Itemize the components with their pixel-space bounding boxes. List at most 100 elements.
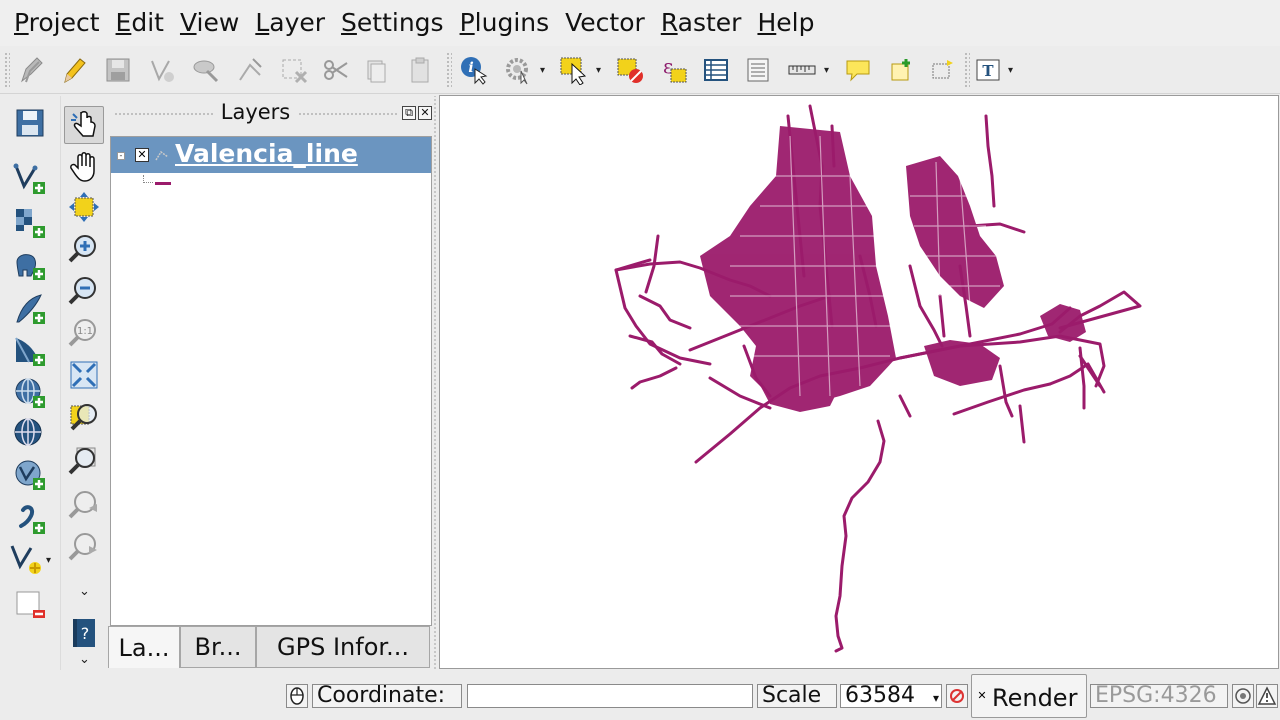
toggle-editing-button[interactable] xyxy=(58,54,90,86)
new-layer-dropdown[interactable]: ▾ xyxy=(46,556,56,566)
scale-combobox[interactable]: 63584 ▾ xyxy=(840,684,942,708)
toggle-extents-button[interactable] xyxy=(286,684,308,708)
add-vector-layer-button[interactable] xyxy=(10,160,50,198)
add-wms-layer-button[interactable] xyxy=(10,374,50,412)
menu-vector[interactable]: Vector xyxy=(557,0,653,46)
menu-layer[interactable]: Layer xyxy=(247,0,333,46)
menu-project[interactable]: Project xyxy=(6,0,108,46)
render-check-mark: ✕ xyxy=(977,689,987,702)
deselect-features-button[interactable] xyxy=(614,54,646,86)
save-edits-button[interactable] xyxy=(102,54,134,86)
layer-name[interactable]: Valencia_line xyxy=(175,139,358,168)
new-bookmark-button[interactable] xyxy=(886,54,918,86)
current-edits-button[interactable] xyxy=(16,54,48,86)
messages-button[interactable] xyxy=(1256,684,1278,708)
scale-value: 63584 xyxy=(845,684,915,708)
tab-layers[interactable]: La... xyxy=(108,626,180,668)
add-postgis-layer-button[interactable] xyxy=(10,246,50,284)
attribute-table-button[interactable] xyxy=(700,54,732,86)
add-raster-layer-button[interactable] xyxy=(10,204,50,242)
manage-layers-toolbar: ▾ xyxy=(0,96,60,670)
zoom-next-button[interactable] xyxy=(64,528,104,566)
menu-view[interactable]: View xyxy=(172,0,247,46)
zoom-to-layer-button[interactable] xyxy=(64,442,104,480)
layer-row-valencia-line[interactable]: - ✕ Valencia_line xyxy=(111,137,431,173)
select-features-button[interactable] xyxy=(558,54,590,86)
menu-edit[interactable]: Edit xyxy=(108,0,172,46)
text-annotation-button[interactable]: T xyxy=(972,54,1004,86)
add-wcs-layer-button[interactable] xyxy=(10,414,50,452)
help-button[interactable]: ? xyxy=(64,614,104,652)
toolbar-overflow-chevron[interactable]: ⌄ xyxy=(79,584,90,599)
coordinate-input[interactable] xyxy=(467,684,753,708)
measure-line-button[interactable] xyxy=(786,54,818,86)
new-shapefile-layer-button[interactable] xyxy=(6,540,46,578)
map-canvas[interactable] xyxy=(439,95,1279,669)
touch-zoom-pan-button[interactable] xyxy=(64,106,104,144)
zoom-in-button[interactable] xyxy=(64,230,104,268)
toolbar-overflow-chevron-2[interactable]: ⌄ xyxy=(79,652,90,667)
delete-selected-button[interactable] xyxy=(278,54,310,86)
zoom-to-selection-button[interactable] xyxy=(64,398,104,436)
measure-dropdown[interactable]: ▾ xyxy=(824,66,834,76)
statistics-button[interactable] xyxy=(742,54,774,86)
menu-settings[interactable]: Settings xyxy=(333,0,452,46)
copy-features-button[interactable] xyxy=(360,54,392,86)
warning-icon xyxy=(1257,686,1277,705)
annotation-dropdown[interactable]: ▾ xyxy=(1008,66,1018,76)
menu-help[interactable]: Help xyxy=(749,0,822,46)
menu-raster[interactable]: Raster xyxy=(653,0,750,46)
run-action-dropdown[interactable]: ▾ xyxy=(540,66,550,76)
zoom-selection-icon xyxy=(70,404,97,431)
identify-features-button[interactable]: i xyxy=(458,54,490,86)
layer-visibility-checkbox[interactable]: ✕ xyxy=(135,148,149,162)
add-wfs-layer-button[interactable] xyxy=(10,456,50,494)
stop-render-button[interactable] xyxy=(946,684,968,708)
float-panel-button[interactable]: ⧉ xyxy=(402,106,416,120)
delete-selected-icon xyxy=(282,59,308,84)
pan-to-selection-button[interactable] xyxy=(64,188,104,226)
new-bookmark-icon xyxy=(891,59,910,81)
globe-icon xyxy=(15,378,45,408)
globe-icon xyxy=(14,418,42,446)
stop-rendering-icon xyxy=(950,689,964,703)
collapse-toggle[interactable]: - xyxy=(117,152,125,160)
valencia-line-features xyxy=(614,104,1142,653)
panel-splitter[interactable] xyxy=(432,96,438,670)
new-vector-icon xyxy=(10,545,41,574)
tab-browser[interactable]: Br... xyxy=(180,626,256,668)
node-tool-button[interactable] xyxy=(234,54,266,86)
remove-layer-button[interactable] xyxy=(10,586,50,624)
zoom-last-button[interactable] xyxy=(64,486,104,524)
add-feature-button[interactable] xyxy=(146,54,178,86)
tab-gps-information[interactable]: GPS Infor... xyxy=(256,626,430,668)
crs-settings-button[interactable] xyxy=(1232,684,1254,708)
hand-icon xyxy=(70,152,95,182)
select-features-dropdown[interactable]: ▾ xyxy=(596,66,606,76)
paste-features-button[interactable] xyxy=(404,54,436,86)
add-spatialite-layer-button[interactable] xyxy=(10,290,50,328)
show-bookmarks-button[interactable] xyxy=(928,54,960,86)
zoom-full-button[interactable] xyxy=(64,356,104,394)
move-feature-icon xyxy=(193,60,219,83)
table-icon xyxy=(704,59,728,81)
zoom-full-icon xyxy=(70,361,98,389)
save-project-button[interactable] xyxy=(10,104,50,142)
pan-map-button[interactable] xyxy=(64,148,104,186)
zoom-out-button[interactable] xyxy=(64,272,104,310)
svg-text:i: i xyxy=(468,60,473,76)
pencil-icon xyxy=(64,58,86,84)
zoom-native-resolution-button[interactable]: 1:1 xyxy=(64,314,104,352)
add-delimited-text-button[interactable] xyxy=(10,500,50,538)
menu-plugins[interactable]: Plugins xyxy=(452,0,558,46)
layer-symbol-swatch[interactable] xyxy=(155,182,171,185)
run-action-button[interactable] xyxy=(502,54,534,86)
close-panel-button[interactable]: ✕ xyxy=(418,106,432,120)
render-checkbox[interactable]: ✕ Render xyxy=(971,674,1087,718)
move-feature-button[interactable] xyxy=(190,54,222,86)
select-by-expression-button[interactable]: ε xyxy=(658,54,690,86)
crs-status[interactable]: EPSG:4326 xyxy=(1090,684,1228,708)
map-tips-button[interactable] xyxy=(842,54,874,86)
add-mssql-layer-button[interactable] xyxy=(10,332,50,370)
cut-features-button[interactable] xyxy=(320,54,352,86)
